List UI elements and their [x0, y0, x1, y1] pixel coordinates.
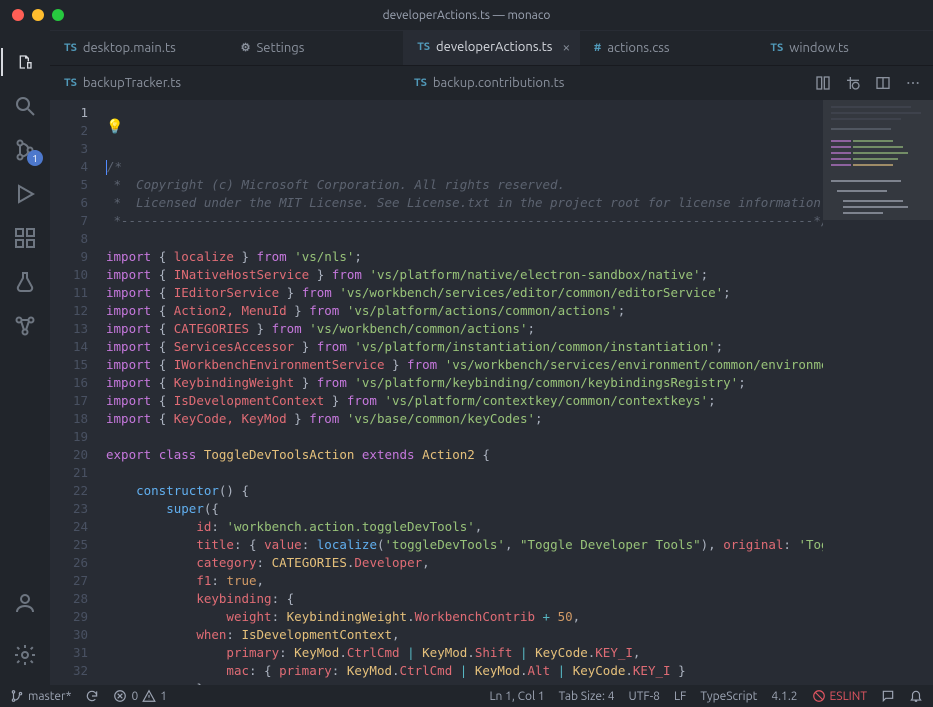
code-line[interactable]: [106, 428, 823, 446]
ts-file-icon: TS: [64, 42, 77, 54]
editor-tab[interactable]: TS desktop.main.ts: [50, 30, 227, 65]
extensions-view-icon[interactable]: [1, 216, 49, 260]
code-line[interactable]: primary: KeyMod.CtrlCmd | KeyMod.Shift |…: [106, 644, 823, 662]
close-window-button[interactable]: [12, 9, 24, 21]
lightbulb-icon[interactable]: 💡: [106, 118, 123, 136]
search-view-icon[interactable]: [1, 84, 49, 128]
tab-label: desktop.main.ts: [83, 41, 176, 55]
status-eslint[interactable]: ESLINT: [812, 689, 867, 703]
split-editor-icon[interactable]: [875, 75, 891, 91]
editor-tab[interactable]: # actions.css: [580, 30, 757, 65]
status-eol[interactable]: LF: [674, 690, 686, 703]
line-number-gutter: 1234567891011121314151617181920212223242…: [50, 100, 106, 685]
window-controls: [12, 9, 64, 21]
minimap-slider[interactable]: [823, 100, 933, 220]
settings-gear-icon[interactable]: [1, 633, 49, 677]
code-line[interactable]: id: 'workbench.action.toggleDevTools',: [106, 518, 823, 536]
minimize-window-button[interactable]: [32, 9, 44, 21]
tab-label: actions.css: [607, 41, 669, 55]
code-line[interactable]: title: { value: localize('toggleDevTools…: [106, 536, 823, 554]
code-line[interactable]: import { INativeHostService } from 'vs/p…: [106, 266, 823, 284]
ts-file-icon: TS: [770, 42, 783, 54]
tab-label: backup.contribution.ts: [433, 76, 565, 90]
editor-tab[interactable]: TS developerActions.ts ×: [403, 30, 580, 65]
code-line[interactable]: * Copyright (c) Microsoft Corporation. A…: [106, 176, 823, 194]
tab-label: window.ts: [789, 41, 849, 55]
status-encoding[interactable]: UTF-8: [629, 690, 660, 703]
open-changes-icon[interactable]: [845, 75, 861, 91]
code-line[interactable]: keybinding: {: [106, 590, 823, 608]
code-line[interactable]: mac: { primary: KeyMod.CtrlCmd | KeyMod.…: [106, 662, 823, 680]
code-line[interactable]: f1: true,: [106, 572, 823, 590]
run-debug-view-icon[interactable]: [1, 172, 49, 216]
code-line[interactable]: weight: KeybindingWeight.WorkbenchContri…: [106, 608, 823, 626]
code-line[interactable]: import { KeyCode, KeyMod } from 'vs/base…: [106, 410, 823, 428]
status-feedback-icon[interactable]: [881, 689, 895, 703]
status-problems[interactable]: 0 1: [113, 689, 167, 703]
ts-file-icon: TS: [417, 41, 430, 53]
status-bell-icon[interactable]: [909, 689, 923, 703]
editor-tab[interactable]: TS backup.contribution.ts: [400, 66, 803, 100]
references-view-icon[interactable]: [1, 304, 49, 348]
code-line[interactable]: *---------------------------------------…: [106, 212, 823, 230]
code-line[interactable]: import { localize } from 'vs/nls';: [106, 248, 823, 266]
scm-badge: 1: [27, 150, 43, 166]
code-line[interactable]: import { ServicesAccessor } from 'vs/pla…: [106, 338, 823, 356]
status-ts-version[interactable]: 4.1.2: [771, 690, 797, 703]
status-bar: master* 0 1 Ln 1, Col 1 Tab Size: 4 UTF-…: [0, 685, 933, 707]
explorer-view-icon[interactable]: [1, 40, 49, 84]
code-line[interactable]: /*: [106, 158, 823, 176]
code-line[interactable]: import { IsDevelopmentContext } from 'vs…: [106, 392, 823, 410]
code-line[interactable]: constructor() {: [106, 482, 823, 500]
minimap[interactable]: [823, 100, 933, 685]
close-tab-icon[interactable]: ×: [562, 39, 570, 55]
status-branch[interactable]: master*: [10, 689, 71, 703]
more-actions-icon[interactable]: [905, 75, 921, 91]
code-line[interactable]: [106, 464, 823, 482]
compare-changes-icon[interactable]: [815, 75, 831, 91]
accounts-icon[interactable]: [1, 581, 49, 625]
code-line[interactable]: import { IEditorService } from 'vs/workb…: [106, 284, 823, 302]
hash-icon: #: [594, 42, 602, 54]
tab-label: Settings: [256, 41, 304, 55]
code-line[interactable]: import { CATEGORIES } from 'vs/workbench…: [106, 320, 823, 338]
editor-tab[interactable]: TS backupTracker.ts: [50, 66, 400, 100]
code-line[interactable]: super({: [106, 500, 823, 518]
status-sync[interactable]: [85, 689, 99, 703]
testing-view-icon[interactable]: [1, 260, 49, 304]
code-line[interactable]: category: CATEGORIES.Developer,: [106, 554, 823, 572]
editor-tabs: TS desktop.main.ts ⚙ Settings TS developerAct…: [50, 30, 933, 100]
status-indentation[interactable]: Tab Size: 4: [559, 690, 615, 703]
tab-label: developerActions.ts: [436, 40, 552, 54]
code-line[interactable]: export class ToggleDevToolsAction extend…: [106, 446, 823, 464]
tab-actions: [803, 66, 933, 100]
title-bar: developerActions.ts — monaco: [0, 0, 933, 30]
code-line[interactable]: when: IsDevelopmentContext,: [106, 626, 823, 644]
editor-tab[interactable]: ⚙ Settings: [227, 30, 404, 65]
zoom-window-button[interactable]: [52, 9, 64, 21]
status-language[interactable]: TypeScript: [700, 690, 757, 703]
source-control-view-icon[interactable]: 1: [1, 128, 49, 172]
ts-file-icon: TS: [64, 77, 77, 89]
code-line[interactable]: import { Action2, MenuId } from 'vs/plat…: [106, 302, 823, 320]
gear-icon: ⚙: [241, 41, 251, 54]
tab-label: backupTracker.ts: [83, 76, 181, 90]
ts-file-icon: TS: [414, 77, 427, 89]
editor-tab[interactable]: TS window.ts: [756, 30, 933, 65]
code-editor[interactable]: 1234567891011121314151617181920212223242…: [50, 100, 933, 685]
status-cursor-position[interactable]: Ln 1, Col 1: [489, 690, 544, 703]
window-title: developerActions.ts — monaco: [383, 9, 551, 22]
activity-bar: 1: [0, 30, 50, 685]
code-line[interactable]: import { KeybindingWeight } from 'vs/pla…: [106, 374, 823, 392]
code-content[interactable]: 💡 /* * Copyright (c) Microsoft Corporati…: [106, 100, 823, 685]
code-line[interactable]: * Licensed under the MIT License. See Li…: [106, 194, 823, 212]
code-line[interactable]: import { IWorkbenchEnvironmentService } …: [106, 356, 823, 374]
code-line[interactable]: [106, 230, 823, 248]
